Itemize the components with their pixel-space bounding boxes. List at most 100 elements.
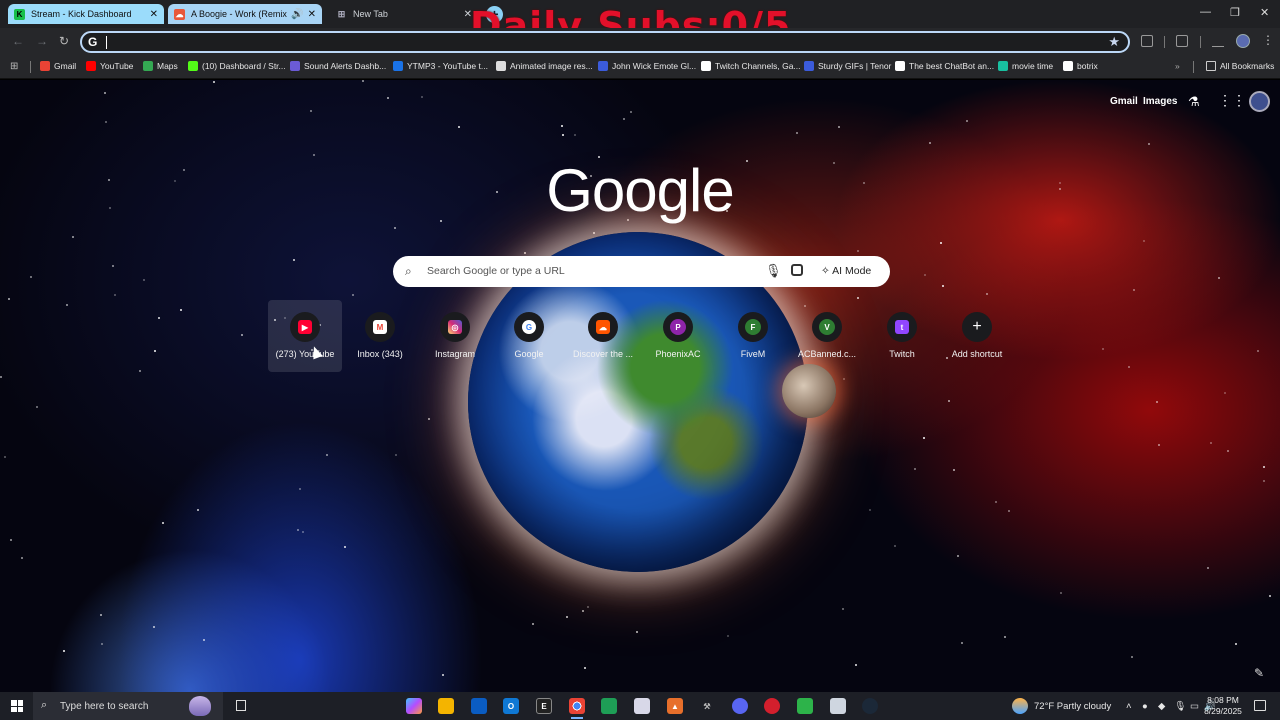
- apps-grid-icon[interactable]: ⊞: [10, 61, 18, 72]
- streaming-app-icon[interactable]: [797, 698, 813, 714]
- tool-app-icon[interactable]: ⚒: [699, 698, 715, 714]
- star-dot: [362, 80, 364, 82]
- account-avatar[interactable]: [1249, 91, 1270, 112]
- microphone-icon[interactable]: 🎙: [1174, 692, 1186, 720]
- windows-start-icon[interactable]: [11, 700, 23, 712]
- shortcut-label: ACBanned.c...: [797, 349, 857, 359]
- address-bar[interactable]: G ★: [80, 31, 1130, 53]
- tray-chevron-icon[interactable]: ˄: [1126, 692, 1132, 720]
- cast-icon[interactable]: [1176, 35, 1188, 47]
- star-dot: [302, 531, 304, 533]
- copilot-icon[interactable]: [406, 698, 422, 714]
- shortcut-acbanned[interactable]: V ACBanned.c...: [790, 300, 864, 372]
- restore-button[interactable]: ❐: [1230, 6, 1240, 19]
- notifications-icon[interactable]: [1254, 700, 1266, 711]
- shortcut-icon-circle: t: [887, 312, 917, 342]
- task-view-icon[interactable]: [236, 700, 246, 711]
- speaker-icon[interactable]: 🔊: [291, 9, 303, 20]
- labs-flask-icon[interactable]: ⚗: [1188, 94, 1200, 110]
- cloud-app-icon[interactable]: [634, 698, 650, 714]
- bookmark-movie-time[interactable]: movie time: [998, 61, 1053, 71]
- discord-icon[interactable]: [732, 698, 748, 714]
- star-dot: [1133, 289, 1135, 291]
- bookmark-animated-image[interactable]: Animated image res...: [496, 61, 593, 71]
- shortcut-icon-circle: F: [738, 312, 768, 342]
- kick-favicon-icon: K: [14, 8, 25, 20]
- star-dot: [843, 378, 845, 380]
- bookmark-youtube[interactable]: YouTube: [86, 61, 133, 71]
- more-bookmarks-chevron-icon[interactable]: »: [1175, 61, 1180, 71]
- bookmark-john-wick[interactable]: John Wick Emote Gl...: [598, 61, 696, 71]
- tab-kick-dashboard[interactable]: K Stream - Kick Dashboard ✕: [8, 4, 164, 24]
- close-tab-icon[interactable]: ✕: [150, 9, 158, 20]
- shortcut-phoenixac[interactable]: P PhoenixAC: [641, 300, 715, 372]
- reload-button[interactable]: ↻: [59, 34, 69, 48]
- bookmark-botrix[interactable]: botrix: [1063, 61, 1098, 71]
- star-dot: [894, 545, 896, 547]
- star-dot: [101, 643, 103, 645]
- shortcut-google[interactable]: G Google: [492, 300, 566, 372]
- bookmark-maps[interactable]: Maps: [143, 61, 178, 71]
- spreadsheet-app-icon[interactable]: [601, 698, 617, 714]
- vlc-icon[interactable]: ▲: [667, 698, 683, 714]
- reading-list-icon[interactable]: [1212, 35, 1224, 47]
- tray-app-icon[interactable]: ●: [1142, 692, 1148, 720]
- bookmarks-divider: [1193, 61, 1194, 73]
- bookmark-twitch-channels[interactable]: Twitch Channels, Ga...: [701, 61, 801, 71]
- bookmark-star-icon[interactable]: ★: [1108, 34, 1120, 50]
- bookmark-chatbot[interactable]: The best ChatBot an...: [895, 61, 994, 71]
- minimize-button[interactable]: —: [1200, 6, 1211, 18]
- bookmark-sound-alerts[interactable]: Sound Alerts Dashb...: [290, 61, 386, 71]
- epic-games-icon[interactable]: E: [536, 698, 552, 714]
- shortcut-instagram[interactable]: ◎ Instagram: [418, 300, 492, 372]
- taskbar-search-box[interactable]: ⌕ Type here to search: [33, 692, 223, 720]
- bookmark-gmail[interactable]: Gmail: [40, 61, 76, 71]
- star-dot: [727, 635, 729, 637]
- tab-soundcloud[interactable]: ☁ A Boogie - Work (Remix) b 🔊 ✕: [168, 4, 322, 24]
- ai-mode-button[interactable]: ✧ AI Mode: [815, 262, 877, 281]
- shortcut-fivem[interactable]: F FiveM: [716, 300, 790, 372]
- star-dot: [428, 418, 430, 420]
- tray-app-icon[interactable]: ◆: [1158, 692, 1165, 720]
- shortcut-add[interactable]: + Add shortcut: [940, 300, 1014, 372]
- star-dot: [21, 557, 23, 559]
- system-clock[interactable]: 8:08 PM 8/29/2025: [1198, 695, 1248, 717]
- star-dot: [158, 317, 160, 319]
- file-explorer-icon[interactable]: [438, 698, 454, 714]
- google-lens-icon[interactable]: [791, 264, 803, 276]
- search-box[interactable]: ⌕ Search Google or type a URL 🎙 ✧ AI Mod…: [393, 256, 890, 287]
- outlook-icon[interactable]: O: [503, 698, 519, 714]
- gif-icon: [598, 61, 608, 71]
- shortcut-youtube[interactable]: ▶ (273) YouTube: [268, 300, 342, 372]
- shortcut-twitch[interactable]: t Twitch: [865, 300, 939, 372]
- close-window-button[interactable]: ✕: [1260, 6, 1269, 19]
- all-bookmarks-button[interactable]: All Bookmarks: [1206, 61, 1274, 71]
- star-dot: [924, 274, 926, 276]
- bookmark-sturdy-gifs[interactable]: Sturdy GIFs | Tenor: [804, 61, 891, 71]
- shortcut-icon-circle: ☁: [588, 312, 618, 342]
- bookmark-label: YTMP3 - YouTube t...: [407, 61, 488, 71]
- extensions-icon[interactable]: [1141, 35, 1153, 47]
- steam-icon[interactable]: [862, 698, 878, 714]
- images-link[interactable]: Images: [1143, 96, 1177, 107]
- microphone-icon[interactable]: 🎙: [765, 263, 782, 279]
- tab-new-tab[interactable]: ⊞ New Tab ✕: [330, 4, 478, 24]
- star-dot: [63, 650, 65, 652]
- customize-pencil-icon[interactable]: ✎: [1254, 666, 1264, 680]
- profile-avatar[interactable]: [1236, 34, 1250, 48]
- menu-kebab-icon[interactable]: ⋮: [1262, 33, 1274, 47]
- shortcut-gmail-inbox[interactable]: M Inbox (343): [343, 300, 417, 372]
- gmail-link[interactable]: Gmail: [1110, 96, 1138, 107]
- forward-button[interactable]: →: [36, 34, 48, 48]
- microsoft-store-icon[interactable]: [471, 698, 487, 714]
- back-button[interactable]: ←: [12, 34, 24, 48]
- chrome-icon[interactable]: [569, 698, 585, 719]
- notepad-icon[interactable]: [830, 698, 846, 714]
- shortcut-soundcloud[interactable]: ☁ Discover the ...: [566, 300, 640, 372]
- close-tab-icon[interactable]: ✕: [308, 9, 316, 20]
- red-app-icon[interactable]: [764, 698, 780, 714]
- bookmark-dashboard[interactable]: (10) Dashboard / Str...: [188, 61, 286, 71]
- bookmark-ytmp3[interactable]: YTMP3 - YouTube t...: [393, 61, 488, 71]
- clock-time: 8:08 PM: [1207, 695, 1239, 705]
- weather-text[interactable]: 72°F Partly cloudy: [1034, 692, 1111, 720]
